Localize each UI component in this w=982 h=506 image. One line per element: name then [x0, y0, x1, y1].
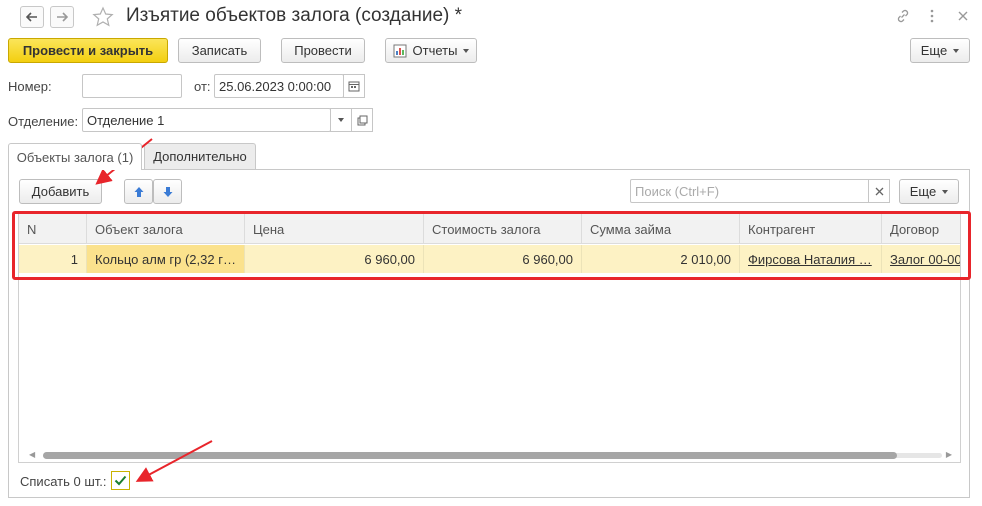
close-icon[interactable]: [954, 7, 972, 25]
arrow-down-icon: [163, 186, 172, 197]
column-header-loan-sum[interactable]: Сумма займа: [582, 214, 740, 244]
scroll-right-icon[interactable]: ▶: [946, 450, 952, 459]
column-header-object[interactable]: Объект залога: [87, 214, 245, 244]
chevron-down-icon: [463, 48, 470, 53]
table-header: N Объект залога Цена Стоимость залога Су…: [19, 214, 960, 244]
column-header-counterparty[interactable]: Контрагент: [740, 214, 882, 244]
column-header-contract[interactable]: Договор: [882, 214, 960, 244]
search-clear-button[interactable]: [868, 179, 890, 203]
back-button[interactable]: [20, 6, 44, 28]
search-placeholder: Поиск (Ctrl+F): [635, 183, 720, 199]
link-icon[interactable]: [894, 7, 912, 25]
column-header-price[interactable]: Цена: [245, 214, 424, 244]
save-button[interactable]: Записать: [178, 38, 261, 63]
department-open-button[interactable]: [351, 108, 373, 132]
favorite-star-icon[interactable]: [92, 6, 114, 28]
write-off-label: Списать 0 шт.:: [20, 474, 107, 489]
table-more-label: Еще: [909, 184, 937, 199]
checkmark-icon: [114, 475, 127, 486]
column-header-n[interactable]: N: [19, 214, 87, 244]
date-label: от:: [194, 79, 211, 94]
column-header-pledge-value[interactable]: Стоимость залога: [424, 214, 582, 244]
open-icon: [357, 115, 367, 125]
arrow-left-icon: [26, 12, 37, 22]
calendar-icon: [348, 81, 360, 92]
page-title: Изъятие объектов залога (создание) *: [126, 5, 463, 26]
post-and-close-button[interactable]: Провести и закрыть: [8, 38, 168, 63]
pledge-objects-table: N Объект залога Цена Стоимость залога Су…: [18, 213, 961, 463]
tab-additional[interactable]: Дополнительно: [144, 143, 256, 169]
cell-n[interactable]: 1: [19, 245, 87, 273]
cell-contract-link[interactable]: Залог 00-00: [882, 245, 960, 273]
date-field[interactable]: 25.06.2023 0:00:00: [214, 74, 344, 98]
reports-label: Отчеты: [412, 43, 458, 58]
department-field[interactable]: Отделение 1: [82, 108, 331, 132]
write-off-checkbox[interactable]: [111, 471, 130, 490]
forward-button[interactable]: [50, 6, 74, 28]
more-label: Еще: [920, 43, 948, 58]
reports-button[interactable]: Отчеты: [385, 38, 477, 63]
number-label: Номер:: [8, 79, 52, 94]
scroll-thumb[interactable]: [43, 452, 897, 459]
cell-pledge-value[interactable]: 6 960,00: [424, 245, 582, 273]
calendar-button[interactable]: [343, 74, 365, 98]
post-button[interactable]: Провести: [281, 38, 365, 63]
table-more-button[interactable]: Еще: [899, 179, 959, 204]
number-field[interactable]: [82, 74, 182, 98]
cell-counterparty-link[interactable]: Фирсова Наталия …: [740, 245, 882, 273]
department-label: Отделение:: [8, 114, 79, 129]
move-up-button[interactable]: [124, 179, 153, 204]
cell-object[interactable]: Кольцо алм гр (2,32 г…: [87, 245, 245, 273]
department-dropdown-button[interactable]: [330, 108, 352, 132]
more-button[interactable]: Еще: [910, 38, 970, 63]
move-down-button[interactable]: [153, 179, 182, 204]
close-icon: [875, 187, 883, 195]
tab-pledge-objects[interactable]: Объекты залога (1): [8, 143, 142, 170]
chevron-down-icon: [338, 118, 344, 122]
add-button[interactable]: Добавить: [19, 179, 102, 204]
cell-price[interactable]: 6 960,00: [245, 245, 424, 273]
table-row[interactable]: 1 Кольцо алм гр (2,32 г… 6 960,00 6 960,…: [19, 245, 960, 273]
arrow-right-icon: [57, 12, 68, 22]
arrow-up-icon: [134, 186, 143, 197]
reports-icon: [393, 44, 407, 57]
chevron-down-icon: [942, 189, 949, 194]
horizontal-scrollbar[interactable]: ◀ ▶: [19, 448, 960, 462]
scroll-left-icon[interactable]: ◀: [29, 450, 35, 459]
search-input[interactable]: Поиск (Ctrl+F): [630, 179, 870, 203]
more-vertical-icon[interactable]: [923, 7, 941, 25]
cell-loan-sum[interactable]: 2 010,00: [582, 245, 740, 273]
chevron-down-icon: [953, 48, 960, 53]
